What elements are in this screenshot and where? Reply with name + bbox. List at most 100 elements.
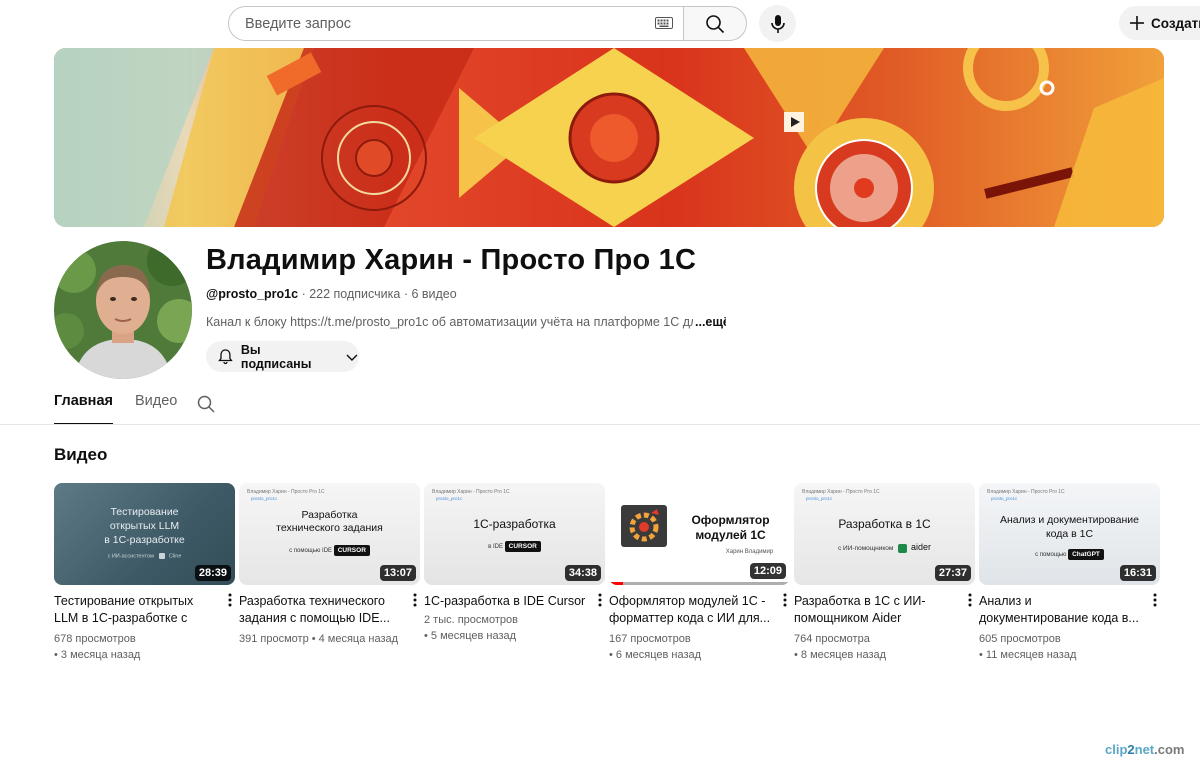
video-thumbnail[interactable]: Владимир Харин - Просто Pro 1С prosto_pr… xyxy=(239,483,420,585)
video-thumbnail[interactable]: Владимир Харин - Просто Pro 1С prosto_pr… xyxy=(979,483,1160,585)
watch-progress-track xyxy=(609,582,790,585)
video-title[interactable]: Оформлятор модулей 1С - форматтер кода с… xyxy=(609,593,774,627)
subscribed-button[interactable]: Вы подписаны xyxy=(206,341,359,372)
search-input[interactable] xyxy=(245,15,645,32)
watermark: clip2net.com xyxy=(1105,742,1184,757)
thumb-line: технического задания xyxy=(276,522,383,534)
channel-avatar[interactable] xyxy=(54,241,192,379)
description-text: Канал к блоку https://t.me/prosto_pro1c … xyxy=(206,315,705,329)
video-title[interactable]: Тестирование открытых LLM в 1С-разработк… xyxy=(54,593,219,627)
thumb-line: кода в 1С xyxy=(1045,528,1094,540)
gear-logo-icon xyxy=(621,505,667,547)
tabs-divider xyxy=(0,424,1200,425)
thumb-sub: с помощью IDE xyxy=(289,548,333,555)
video-duration: 13:07 xyxy=(379,565,416,581)
aider-logo-icon xyxy=(898,543,908,553)
thumb-logo: aider xyxy=(910,542,931,552)
video-duration: 34:38 xyxy=(564,565,601,581)
video-duration: 16:31 xyxy=(1119,565,1156,581)
video-views: 678 просмотров xyxy=(54,633,136,645)
more-options-icon[interactable] xyxy=(778,591,792,609)
video-title[interactable]: Разработка в 1С с ИИ-помощником Aider xyxy=(794,593,959,627)
video-age: 6 месяцев назад xyxy=(609,647,790,663)
thumb-line: Оформлятор xyxy=(691,513,770,527)
bell-icon xyxy=(218,349,233,365)
thumb-line: Тестирование xyxy=(110,506,179,518)
video-age: 5 месяцев назад xyxy=(424,628,605,644)
video-card[interactable]: Владимир Харин - Просто Pro 1С prosto_pr… xyxy=(424,483,605,644)
tab-home[interactable]: Главная xyxy=(54,393,113,425)
video-card[interactable]: Тестирование открытых LLM в 1С-разработк… xyxy=(54,483,235,663)
section-title: Видео xyxy=(54,445,108,464)
thumb-line: 1С-разработка xyxy=(473,517,556,531)
create-button[interactable]: Создать xyxy=(1119,6,1200,40)
video-title[interactable]: Разработка технического задания с помощь… xyxy=(239,593,404,627)
microphone-icon xyxy=(770,14,785,33)
watermark-part: .com xyxy=(1154,742,1185,757)
video-count: 6 видео xyxy=(411,287,457,301)
video-thumbnail[interactable]: Тестирование открытых LLM в 1С-разработк… xyxy=(54,483,235,585)
thumb-line: открытых LLM xyxy=(109,520,180,532)
video-age: 11 месяцев назад xyxy=(979,647,1160,663)
keyboard-icon[interactable] xyxy=(655,17,673,29)
video-title[interactable]: Анализ и документирование кода в... xyxy=(979,593,1144,627)
thumb-logo: CURSOR xyxy=(504,541,541,552)
video-duration: 27:37 xyxy=(934,565,971,581)
video-meta: 167 просмотров 6 месяцев назад xyxy=(609,631,790,663)
video-meta: 605 просмотров 11 месяцев назад xyxy=(979,631,1160,663)
channel-banner xyxy=(54,48,1164,227)
channel-tabs: Главная Видео xyxy=(54,393,177,425)
thumb-header-handle: prosto_pro1c xyxy=(806,496,833,501)
video-views: 2 тыс. просмотров xyxy=(424,614,518,626)
video-age-text: 4 месяца назад xyxy=(318,633,399,645)
thumb-line: Разработка xyxy=(301,509,358,521)
tab-videos[interactable]: Видео xyxy=(135,393,177,425)
watermark-part: 2 xyxy=(1127,742,1135,757)
channel-handle: @prosto_pro1c xyxy=(206,287,299,301)
thumb-header-handle: prosto_pro1c xyxy=(436,496,463,501)
video-meta: 764 просмотра 8 месяцев назад xyxy=(794,631,975,663)
more-options-icon[interactable] xyxy=(963,591,977,609)
voice-search-button[interactable] xyxy=(759,5,796,42)
channel-meta: @prosto_pro1c · 222 подписчика · 6 видео xyxy=(206,287,457,301)
thumb-sub: с помощью xyxy=(1035,552,1067,559)
thumb-header-handle: prosto_pro1c xyxy=(251,496,278,501)
more-options-icon[interactable] xyxy=(593,591,607,609)
more-link[interactable]: ...ещё xyxy=(693,315,726,329)
watermark-part: clip xyxy=(1105,742,1128,757)
channel-search-icon[interactable] xyxy=(197,395,215,413)
thumb-sub: Харин Владимир xyxy=(725,549,774,555)
thumb-sub: с ИИ-ассистентом xyxy=(107,553,154,560)
video-age: 8 месяцев назад xyxy=(794,647,975,663)
channel-description[interactable]: Канал к блоку https://t.me/prosto_pro1c … xyxy=(206,315,726,329)
video-views: 391 просмотр xyxy=(239,633,309,645)
thumb-line: Анализ и документирование xyxy=(1000,514,1139,526)
video-card[interactable]: Владимир Харин - Просто Pro 1С prosto_pr… xyxy=(794,483,975,663)
video-card[interactable]: Владимир Харин - Просто Pro 1С prosto_pr… xyxy=(979,483,1160,663)
video-thumbnail[interactable]: Оформлятор модулей 1С Харин Владимир 12:… xyxy=(609,483,790,585)
video-card[interactable]: Оформлятор модулей 1С Харин Владимир 12:… xyxy=(609,483,790,663)
video-title[interactable]: 1С-разработка в IDE Cursor xyxy=(424,593,589,610)
video-thumbnail[interactable]: Владимир Харин - Просто Pro 1С prosto_pr… xyxy=(424,483,605,585)
thumb-logo: ChatGPT xyxy=(1072,551,1100,558)
video-views: 764 просмотра xyxy=(794,633,870,645)
subscriber-count: 222 подписчика xyxy=(309,287,401,301)
more-options-icon[interactable] xyxy=(223,591,237,609)
thumb-sub: в IDE xyxy=(488,544,503,551)
chatgpt-logo: ChatGPT xyxy=(1068,549,1104,560)
video-meta: 391 просмотр 4 месяца назад xyxy=(239,631,420,647)
watermark-part: net xyxy=(1134,742,1155,757)
thumb-header: Владимир Харин - Просто Pro 1С xyxy=(432,489,510,495)
thumb-line: модулей 1С xyxy=(695,528,766,542)
more-options-icon[interactable] xyxy=(408,591,422,609)
channel-title: Владимир Харин - Просто Про 1С xyxy=(206,244,697,276)
search-button[interactable] xyxy=(683,6,747,41)
thumb-header: Владимир Харин - Просто Pro 1С xyxy=(987,489,1065,495)
more-options-icon[interactable] xyxy=(1148,591,1162,609)
watch-progress-bar xyxy=(609,582,624,585)
video-card[interactable]: Владимир Харин - Просто Pro 1С prosto_pr… xyxy=(239,483,420,647)
video-duration: 12:09 xyxy=(749,563,786,579)
video-thumbnail[interactable]: Владимир Харин - Просто Pro 1С prosto_pr… xyxy=(794,483,975,585)
search-box[interactable] xyxy=(228,6,683,41)
video-views: 605 просмотров xyxy=(979,633,1061,645)
